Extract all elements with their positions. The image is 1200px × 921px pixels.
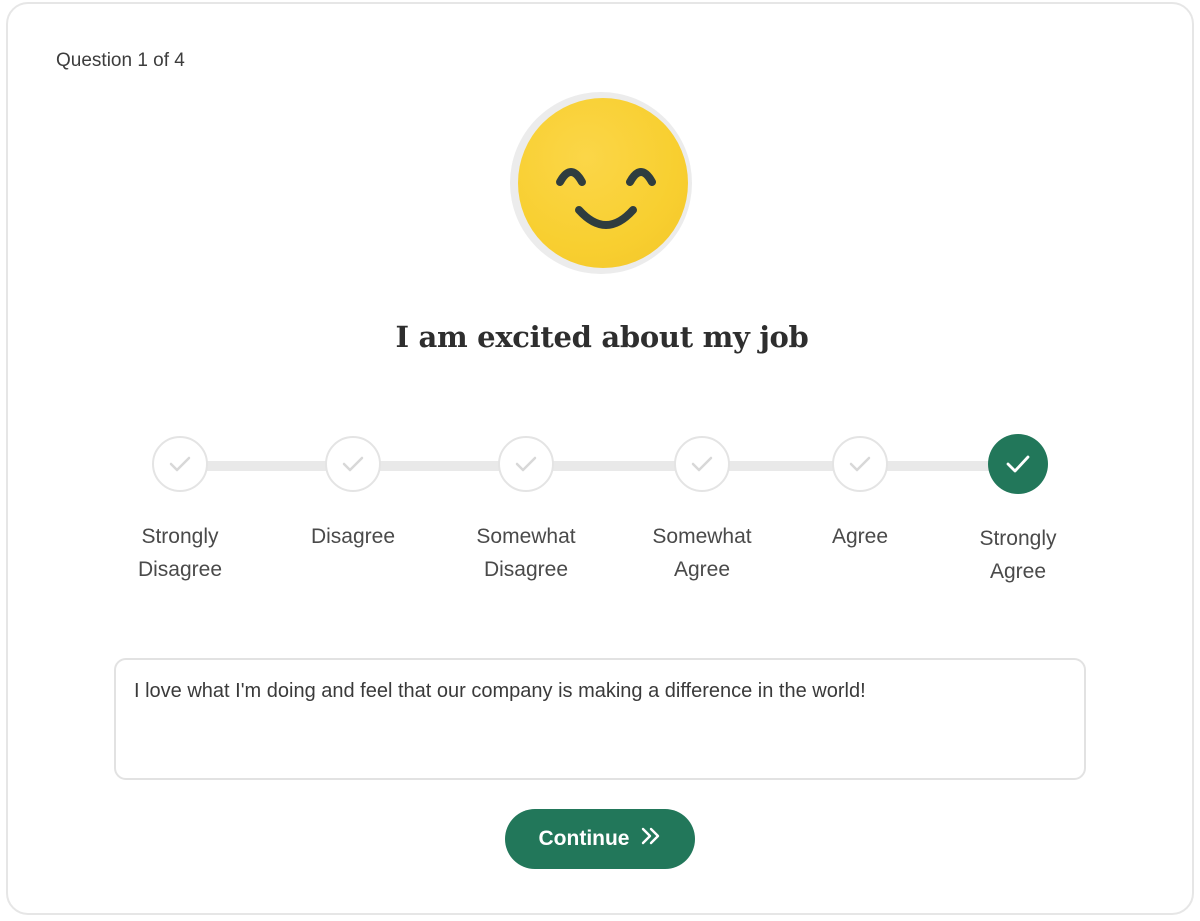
question-progress: Question 1 of 4 xyxy=(56,50,185,71)
emoji-badge xyxy=(510,92,692,274)
smiling-face-icon xyxy=(518,98,688,268)
option-agree[interactable]: Agree xyxy=(790,436,930,553)
option-disagree[interactable]: Disagree xyxy=(283,436,423,553)
check-icon xyxy=(691,456,713,472)
check-icon xyxy=(342,456,364,472)
question-title: I am excited about my job xyxy=(395,320,809,354)
check-icon xyxy=(515,456,537,472)
option-circle[interactable] xyxy=(325,436,381,492)
option-somewhat-disagree[interactable]: Somewhat Disagree xyxy=(456,436,596,586)
continue-button[interactable]: Continue xyxy=(505,809,695,869)
option-circle[interactable] xyxy=(832,436,888,492)
check-icon xyxy=(849,456,871,472)
comment-textarea[interactable]: I love what I'm doing and feel that our … xyxy=(114,658,1086,780)
option-circle[interactable] xyxy=(498,436,554,492)
option-somewhat-agree[interactable]: Somewhat Agree xyxy=(632,436,772,586)
option-label: Agree xyxy=(831,525,889,548)
option-label: Strongly Agree xyxy=(979,527,1057,583)
double-chevron-right-icon xyxy=(641,827,661,851)
option-label: Disagree xyxy=(310,525,396,548)
check-icon xyxy=(169,456,191,472)
option-label: Somewhat Disagree xyxy=(476,525,576,581)
option-strongly-agree[interactable]: Strongly Agree xyxy=(948,434,1088,588)
option-label: Somewhat Agree xyxy=(652,525,752,581)
continue-label: Continue xyxy=(538,827,630,850)
survey-card: Question 1 of 4 I am excited about my jo… xyxy=(6,2,1194,915)
check-icon xyxy=(1006,455,1030,473)
option-label: Strongly Disagree xyxy=(137,525,223,581)
option-strongly-disagree[interactable]: Strongly Disagree xyxy=(110,436,250,586)
option-circle[interactable] xyxy=(674,436,730,492)
option-circle[interactable] xyxy=(152,436,208,492)
option-circle-selected[interactable] xyxy=(988,434,1048,494)
